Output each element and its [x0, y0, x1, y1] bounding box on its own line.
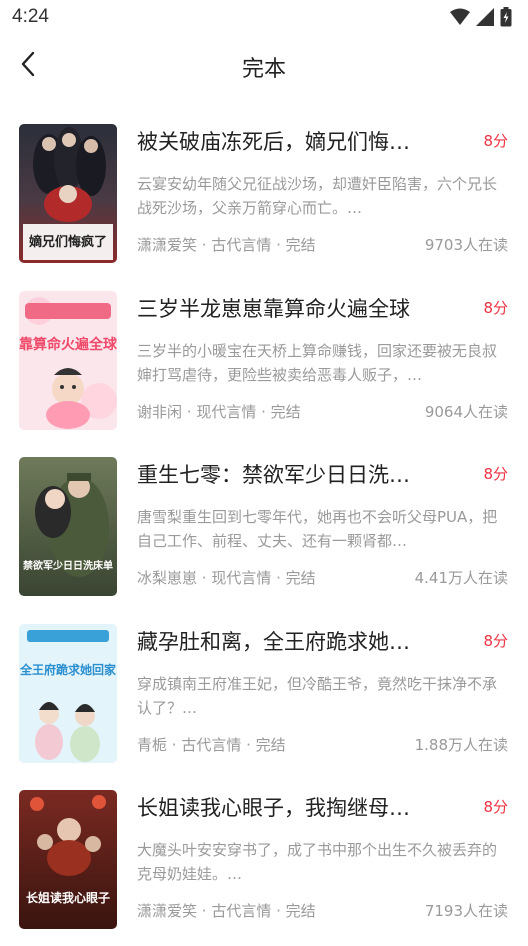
book-author: 潇潇爱笑: [137, 902, 198, 920]
book-score: 8分: [483, 298, 508, 317]
book-list: 嫡兄们悔疯了 被关破庙冻死后，嫡兄们悔… 8分 云宴安幼年随父兄征战沙场，却遭奸…: [0, 110, 528, 943]
book-score: 8分: [483, 465, 508, 483]
book-status: 完结: [285, 569, 316, 587]
book-score: 8分: [483, 132, 508, 150]
meta-separator: ·: [197, 569, 212, 587]
book-description: 云宴安幼年随父兄征战沙场，却遭奸臣陷害，六个兄长战死沙场，父亲万箭穿心而亡。…: [137, 175, 498, 217]
wifi-icon: [450, 8, 470, 26]
header: 完本: [0, 36, 528, 98]
book-genre: 古代言情: [211, 902, 272, 920]
book-meta: 青栀 · 古代言情 · 完结: [137, 734, 286, 755]
meta-separator: ·: [271, 902, 286, 920]
meta-separator: ·: [167, 735, 182, 754]
book-readers: 9703人在读: [424, 236, 508, 254]
status-bar: 4:24: [0, 0, 528, 36]
book-readers: 1.88万人在读: [414, 735, 508, 754]
book-readers: 7193人在读: [424, 902, 508, 920]
battery-icon: [500, 7, 512, 27]
cover-title: 嫡兄们悔疯了: [29, 234, 107, 250]
book-description: 大魔头叶安安穿书了，成了书中那个出生不久被丢弃的克母奶娃娃。…: [137, 841, 498, 883]
signal-icon: [476, 8, 494, 26]
book-title: 三岁半龙崽崽靠算命火遍全球: [137, 296, 410, 321]
cover-title: 禁欲军少日日洗床单: [22, 559, 113, 572]
book-item[interactable]: 禁欲军少日日洗床单 重生七零：禁欲军少日日洗… 8分 唐雪梨重生回到七零年代，她…: [0, 443, 528, 610]
book-meta: 冰梨崽崽 · 现代言情 · 完结: [137, 567, 316, 588]
book-cover: 禁欲军少日日洗床单: [19, 457, 117, 596]
meta-separator: ·: [241, 735, 256, 754]
book-title: 长姐读我心眼子，我掏继母…: [137, 796, 410, 820]
status-time: 4:24: [12, 6, 49, 27]
book-item[interactable]: 靠算命火遍全球 三岁半龙崽崽靠算命火遍全球 8分 三岁半的小暖宝在天桥上算命赚钱…: [0, 277, 528, 444]
book-description: 三岁半的小暖宝在天桥上算命赚钱，回家还要被无良叔婶打骂虐待，更险些被卖给恶毒人贩…: [137, 341, 498, 384]
book-status: 完结: [285, 236, 316, 254]
page-title: 完本: [241, 57, 286, 82]
book-author: 潇潇爱笑: [137, 236, 198, 254]
book-genre: 古代言情: [181, 735, 242, 754]
book-description: 唐雪梨重生回到七零年代，她再也不会听父母PUA，把自己工作、前程、丈夫、还有一颗…: [137, 508, 498, 550]
book-description: 穿成镇南王府准王妃，但冷酷王爷，竟然吃干抹净不承认了？…: [137, 674, 498, 717]
book-meta: 潇潇爱笑 · 古代言情 · 完结: [137, 234, 316, 255]
book-score: 8分: [483, 631, 508, 650]
book-readers: 9064人在读: [424, 402, 508, 421]
book-status: 完结: [270, 402, 301, 421]
meta-separator: ·: [271, 236, 286, 254]
book-meta: 谢非闲 · 现代言情 · 完结: [137, 401, 301, 422]
meta-separator: ·: [256, 402, 271, 421]
book-readers: 4.41万人在读: [414, 569, 508, 587]
meta-separator: ·: [182, 402, 197, 421]
book-title: 重生七零：禁欲军少日日洗…: [137, 463, 410, 487]
book-genre: 现代言情: [196, 402, 257, 421]
book-title: 藏孕肚和离，全王府跪求她…: [137, 629, 410, 654]
cover-title: 靠算命火遍全球: [19, 336, 117, 353]
book-item[interactable]: 全王府跪求她回家 藏孕肚和离，全王府跪求她… 8分 穿成镇南王府准王妃，但冷酷王…: [0, 610, 528, 777]
book-meta: 潇潇爱笑 · 古代言情 · 完结: [137, 900, 316, 921]
book-score: 8分: [483, 798, 508, 816]
book-author: 青栀: [137, 735, 168, 754]
book-item[interactable]: 长姐读我心眼子 长姐读我心眼子，我掏继母… 8分 大魔头叶安安穿书了，成了书中那…: [0, 776, 528, 943]
meta-separator: ·: [197, 236, 212, 254]
book-title: 被关破庙冻死后，嫡兄们悔…: [137, 130, 410, 154]
book-cover: 全王府跪求她回家: [19, 623, 117, 763]
meta-separator: ·: [197, 902, 212, 920]
cover-title: 长姐读我心眼子: [26, 890, 110, 905]
cover-title: 全王府跪求她回家: [19, 662, 117, 677]
book-cover: 嫡兄们悔疯了: [19, 124, 117, 263]
meta-separator: ·: [271, 569, 286, 587]
book-genre: 现代言情: [211, 569, 272, 587]
status-icons: [450, 7, 512, 27]
book-author: 谢非闲: [137, 402, 183, 421]
book-item[interactable]: 嫡兄们悔疯了 被关破庙冻死后，嫡兄们悔… 8分 云宴安幼年随父兄征战沙场，却遭奸…: [0, 110, 528, 277]
book-cover: 靠算命火遍全球: [19, 290, 117, 430]
book-cover: 长姐读我心眼子: [19, 790, 117, 929]
book-genre: 古代言情: [211, 236, 272, 254]
book-author: 冰梨崽崽: [137, 569, 198, 587]
book-status: 完结: [285, 902, 316, 920]
book-status: 完结: [255, 735, 286, 754]
